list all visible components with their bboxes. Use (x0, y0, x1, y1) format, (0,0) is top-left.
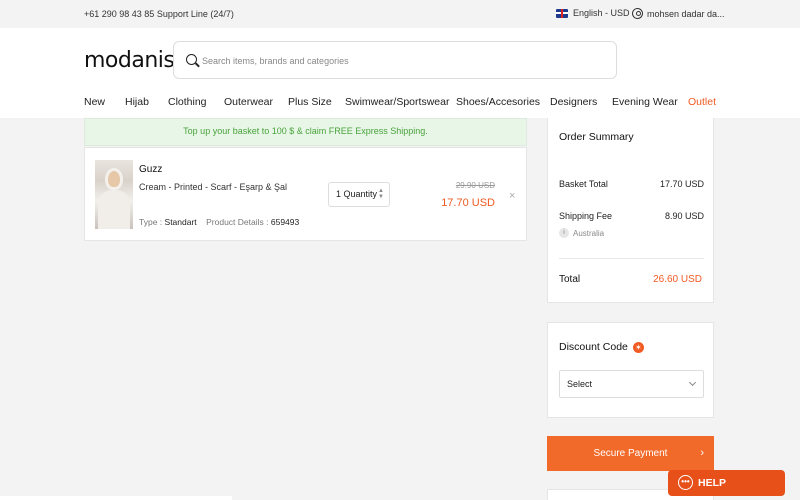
search-box[interactable] (173, 41, 617, 79)
nav-item-shoes[interactable]: Shoes/Accesories (456, 96, 540, 108)
quantity-value: 1 Quantity (336, 189, 378, 199)
support-line[interactable]: +61 290 98 43 85 Support Line (24/7) (84, 9, 234, 19)
cart-item: Guzz Cream - Printed - Scarf - Eşarp & Ş… (84, 147, 527, 241)
product-image[interactable] (95, 160, 133, 229)
chevron-down-icon (688, 378, 697, 387)
type-label: Type : (139, 217, 163, 227)
nav-item-swimwear[interactable]: Swimwear/Sportswear (345, 96, 449, 108)
basket-total-value: 17.70 USD (659, 179, 704, 189)
user-account[interactable]: mohsen dadar da... (632, 8, 725, 19)
secure-payment-label: Secure Payment (593, 448, 668, 459)
updown-arrow-icon: ▲ ▼ (378, 188, 384, 200)
shipping-country-label: Australia (573, 228, 605, 238)
total-value: 26.60 USD (653, 274, 702, 285)
header: modanisa New Hijab Clothing Outerwear Pl… (0, 28, 800, 118)
divider (559, 258, 704, 259)
basket-total-label: Basket Total (559, 179, 608, 189)
top-bar: +61 290 98 43 85 Support Line (24/7) Eng… (0, 0, 800, 28)
logo[interactable]: modanisa (84, 48, 188, 73)
total-label: Total (559, 274, 581, 285)
bottom-strip (0, 496, 232, 500)
nav-item-evening-wear[interactable]: Evening Wear (612, 96, 678, 108)
language-label: English - USD (573, 8, 630, 18)
nav-item-plus-size[interactable]: Plus Size (288, 96, 332, 108)
uk-flag-icon (556, 8, 568, 18)
discount-select[interactable]: Select (559, 370, 704, 398)
discount-code-card: Discount Code ✶ Select (547, 322, 714, 418)
discount-title: Discount Code ✶ (559, 341, 644, 353)
help-button[interactable]: ••• HELP (668, 470, 785, 496)
user-name: mohsen dadar da... (647, 8, 725, 19)
language-selector[interactable]: English - USD (556, 8, 630, 18)
product-meta: Type : Standart Product Details : 659493 (139, 217, 299, 227)
shipping-country: i Australia (559, 228, 604, 238)
nav-item-hijab[interactable]: Hijab (125, 96, 149, 108)
help-label: HELP (698, 477, 727, 489)
type-value: Standart (164, 217, 197, 227)
nav-item-outerwear[interactable]: Outerwear (224, 96, 273, 108)
shipping-fee-label: Shipping Fee (559, 211, 613, 221)
user-icon (632, 8, 643, 19)
quantity-select[interactable]: 1 Quantity ▲ ▼ (328, 182, 390, 207)
search-icon[interactable] (186, 54, 197, 65)
chat-icon: ••• (678, 475, 693, 490)
details-label: Product Details : (206, 217, 269, 227)
basket-total-row: Basket Total 17.70 USD (559, 179, 704, 189)
order-summary-title: Order Summary (559, 131, 634, 143)
shipping-fee-value: 8.90 USD (664, 211, 704, 221)
product-name[interactable]: Cream - Printed - Scarf - Eşarp & Şal (139, 182, 287, 192)
main-nav: New Hijab Clothing Outerwear Plus Size S… (0, 94, 800, 114)
remove-item-icon[interactable]: × (509, 190, 515, 202)
discount-title-label: Discount Code (559, 341, 628, 353)
search-input[interactable] (202, 51, 602, 71)
free-shipping-banner: Top up your basket to 100 $ & claim FREE… (84, 118, 527, 146)
chevron-right-icon: › (700, 447, 704, 459)
nav-item-outlet[interactable]: Outlet (688, 96, 716, 108)
nav-item-clothing[interactable]: Clothing (168, 96, 207, 108)
details-value: 659493 (270, 217, 300, 227)
product-brand[interactable]: Guzz (139, 164, 162, 175)
secure-payment-button[interactable]: Secure Payment › (547, 436, 714, 471)
info-icon: i (559, 228, 569, 238)
order-summary: Order Summary Basket Total 17.70 USD Shi… (547, 118, 714, 303)
current-price: 17.70 USD (441, 197, 495, 209)
badge-star-icon: ✶ (632, 341, 644, 353)
old-price: 29.90 USD (455, 181, 495, 190)
nav-item-new[interactable]: New (84, 96, 105, 108)
nav-item-designers[interactable]: Designers (550, 96, 597, 108)
discount-select-value: Select (567, 379, 593, 389)
shipping-fee-row: Shipping Fee 8.90 USD (559, 211, 704, 221)
